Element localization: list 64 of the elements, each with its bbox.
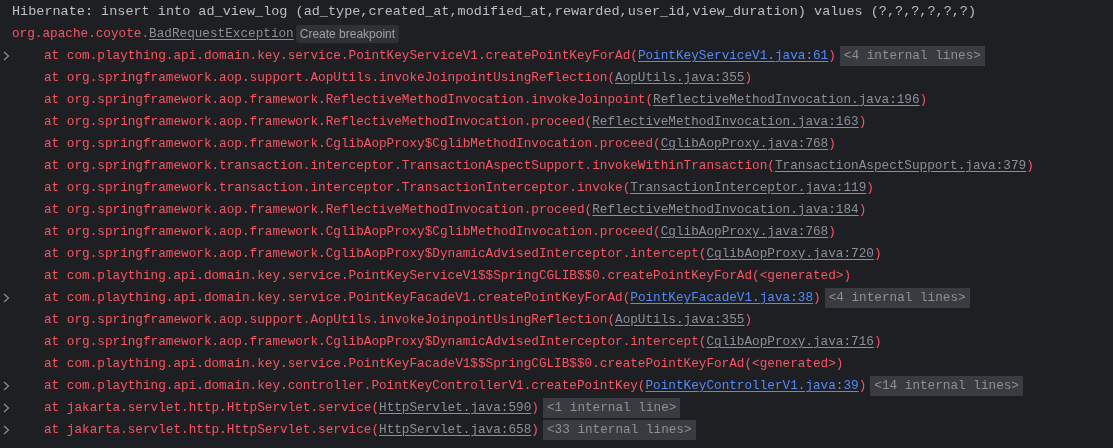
chevron-icon[interactable] [2,381,10,391]
stack-frame-text: at org.springframework.transaction.interceptor.TransactionAspectSupport.invokeWithinTransaction( [44,157,775,175]
stack-frame-text: at com.plaything.api.domain.key.service.PointKeyFacadeV1.createPointKeyForAd( [44,289,631,307]
source-link[interactable]: AopUtils.java:355 [615,309,745,331]
chevron-icon[interactable] [2,425,10,435]
paren-text: ) [858,201,867,219]
source-link[interactable]: CglibAopProxy.java:716 [706,331,874,353]
source-link[interactable]: TransactionInterceptor.java:119 [630,177,867,199]
source-link[interactable]: CglibAopProxy.java:720 [706,243,874,265]
folded-lines-button[interactable]: <33 internal lines> [542,420,696,440]
stack-frame-text: at org.springframework.aop.framework.ReflectiveMethodInvocation.invokeJoinpoint( [44,91,654,109]
source-link[interactable]: CglibAopProxy.java:768 [660,221,829,243]
paren-text: ) [828,223,836,241]
paren-text: ) [873,333,882,351]
paren-text: ) [828,135,836,153]
source-link[interactable]: TransactionAspectSupport.java:379 [774,155,1027,177]
package-text: org.apache.coyote. [12,25,150,43]
paren-text: ) [1026,157,1034,175]
stack-frame-text: at org.springframework.aop.support.AopUtils.invokeJoinpointUsingReflection( [44,311,616,329]
source-link[interactable]: PointKeyControllerV1.java:39 [645,375,859,397]
source-link[interactable]: ReflectiveMethodInvocation.java:196 [653,89,920,111]
exception-link[interactable]: BadRequestException [149,23,294,45]
source-link[interactable]: HttpServlet.java:590 [379,397,532,419]
stack-frame-text: at org.springframework.aop.framework.ReflectiveMethodInvocation.proceed( [44,201,593,219]
paren-text: ) [873,245,882,263]
source-link[interactable]: CglibAopProxy.java:768 [660,133,829,155]
chevron-icon[interactable] [2,51,10,61]
chevron-icon[interactable] [2,293,10,303]
folded-lines-button[interactable]: <4 internal lines> [824,288,970,308]
paren-text: ) [858,113,867,131]
source-link[interactable]: ReflectiveMethodInvocation.java:184 [592,199,859,221]
paren-text: ) [744,69,753,87]
paren-text: ) [828,47,836,65]
source-link[interactable]: AopUtils.java:355 [615,67,745,89]
source-link[interactable]: PointKeyFacadeV1.java:38 [630,287,813,309]
paren-text: ) [531,421,539,439]
stack-frame-text: at com.plaything.api.domain.key.service.PointKeyServiceV1.createPointKeyForAd( [44,47,638,65]
source-link[interactable]: ReflectiveMethodInvocation.java:163 [592,111,859,133]
stack-frame-text: at org.springframework.aop.framework.CglibAopProxy$DynamicAdvisedInterceptor.intercept( [44,245,707,263]
paren-text: ) [919,91,928,109]
log-text: Hibernate: insert into ad_view_log (ad_type,created_at,modified_at,rewarded,user_id,view_duration) values (?,?,?,?,?,?) [12,3,977,21]
stack-frame-text: at com.plaything.api.domain.key.service.PointKeyServiceV1$$SpringCGLIB$$0.createPointKeyForAd(<generated>) [44,267,852,285]
paren-text: ) [744,311,753,329]
stack-frame-text: at jakarta.servlet.http.HttpServlet.service( [44,399,379,417]
source-link[interactable]: PointKeyServiceV1.java:61 [637,45,829,67]
stack-frame-text: at org.springframework.aop.framework.CglibAopProxy$CglibMethodInvocation.proceed( [44,223,661,241]
chevron-icon[interactable] [2,403,10,413]
stack-frame-text: at com.plaything.api.domain.key.controller.PointKeyControllerV1.createPointKey( [44,377,646,395]
stack-frame-text: at org.springframework.aop.framework.ReflectiveMethodInvocation.proceed( [44,113,593,131]
paren-text: ) [866,179,874,197]
create-breakpoint-button[interactable]: Create breakpoint [295,25,400,43]
paren-text: ) [813,289,821,307]
stack-frame-text: at org.springframework.transaction.interceptor.TransactionInterceptor.invoke( [44,179,631,197]
stack-frame-text: at jakarta.servlet.http.HttpServlet.service( [44,421,379,439]
stack-frame-text: at com.plaything.api.domain.key.service.PointKeyFacadeV1$$SpringCGLIB$$0.createPointKeyForAd(<generated>) [44,355,844,373]
paren-text: ) [531,399,539,417]
folded-lines-button[interactable]: <4 internal lines> [839,46,985,66]
folded-lines-button[interactable]: <14 internal lines> [870,376,1023,396]
folded-lines-button[interactable]: <1 internal line> [542,398,681,418]
stack-frame-text: at org.springframework.aop.support.AopUtils.invokeJoinpointUsingReflection( [44,69,616,87]
source-link[interactable]: HttpServlet.java:658 [379,419,532,441]
stack-frame-text: at org.springframework.aop.framework.CglibAopProxy$DynamicAdvisedInterceptor.intercept( [44,333,707,351]
paren-text: ) [858,377,867,395]
stack-frame-text: at org.springframework.aop.framework.CglibAopProxy$CglibMethodInvocation.proceed( [44,135,661,153]
